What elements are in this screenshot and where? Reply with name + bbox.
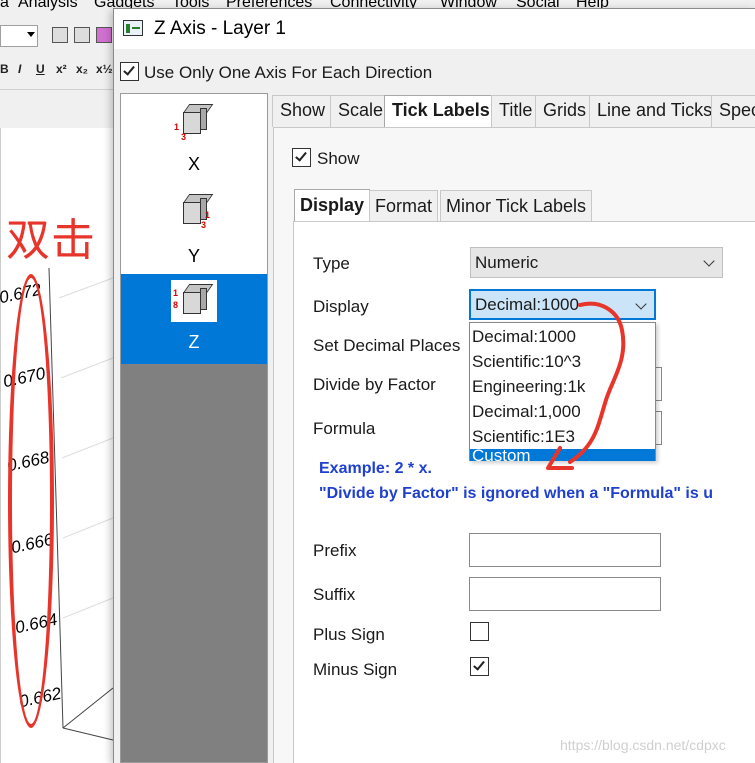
supersub-button[interactable]: x½: [96, 62, 113, 76]
annotation-ellipse: [8, 274, 54, 728]
suffix-input[interactable]: [469, 577, 661, 611]
menu-item[interactable]: a: [0, 0, 9, 12]
italic-button[interactable]: I: [18, 62, 21, 76]
display-option-custom[interactable]: Custom: [470, 447, 655, 464]
axis-item-y[interactable]: 13 Y: [121, 184, 267, 274]
display-select[interactable]: Decimal:1000: [469, 289, 656, 320]
cube-z-axis-icon: 18: [171, 280, 217, 322]
show-checkbox[interactable]: [292, 148, 311, 167]
minus-sign-label: Minus Sign: [313, 660, 398, 679]
subtab-minor-tick-labels[interactable]: Minor Tick Labels: [440, 190, 593, 222]
display-select-value: Decimal:1000: [475, 295, 579, 314]
menu-analysis[interactable]: Analysis: [18, 0, 78, 12]
tab-line-and-ticks[interactable]: Line and Ticks: [589, 95, 721, 127]
axis-item-x[interactable]: 13 X: [121, 94, 267, 184]
display-option[interactable]: Scientific:10^3: [470, 349, 655, 374]
use-one-axis-label: Use Only One Axis For Each Direction: [144, 63, 433, 82]
formula-ignore-note: "Divide by Factor" is ignored when a "Fo…: [319, 485, 713, 502]
plus-sign-checkbox[interactable]: [470, 622, 489, 641]
type-select[interactable]: Numeric: [470, 247, 723, 278]
display-label: Display: [313, 297, 369, 316]
formula-label: Formula: [313, 419, 376, 438]
annotation-double-click: 双击: [6, 216, 96, 265]
bold-button[interactable]: B: [0, 62, 9, 76]
tab-special[interactable]: Spec: [711, 95, 755, 127]
origin-window-icon: [123, 20, 143, 36]
subscript-button[interactable]: x₂: [76, 62, 88, 76]
checkmark-icon: [473, 658, 485, 671]
dialog-titlebar[interactable]: Z Axis - Layer 1: [114, 9, 755, 49]
axis-name-z: Z: [188, 332, 200, 352]
tab-show[interactable]: Show: [272, 95, 334, 127]
type-label: Type: [313, 254, 350, 273]
tab-scale[interactable]: Scale: [330, 95, 392, 127]
divide-by-factor-label: Divide by Factor: [313, 375, 436, 394]
superscript-button[interactable]: x²: [56, 62, 67, 76]
tab-title[interactable]: Title: [491, 95, 541, 127]
axis-name-y: Y: [187, 246, 200, 266]
display-option[interactable]: Decimal:1,000: [470, 399, 655, 424]
subtab-display[interactable]: Display: [294, 189, 371, 223]
cube-y-axis-icon: 13: [171, 190, 217, 232]
checkmark-icon: [295, 149, 307, 162]
plus-sign-label: Plus Sign: [313, 625, 385, 644]
prefix-label: Prefix: [313, 541, 357, 560]
app-side-strip: [0, 90, 115, 128]
print-icon[interactable]: [52, 27, 68, 43]
layer-icon[interactable]: [96, 27, 112, 43]
checkmark-icon: [123, 63, 135, 76]
underline-button[interactable]: U: [36, 62, 45, 76]
display-option[interactable]: Decimal:1000: [470, 324, 655, 349]
font-size-combo[interactable]: [0, 25, 38, 47]
display-option[interactable]: Engineering:1k: [470, 374, 655, 399]
chevron-down-icon: [703, 255, 715, 267]
suffix-label: Suffix: [313, 585, 356, 604]
axis-name-x: X: [187, 154, 200, 174]
show-label: Show: [317, 149, 360, 168]
axis-selector-list[interactable]: 13 X 13 Y 18 Z: [120, 93, 268, 763]
decimal-places-label: Set Decimal Places: [313, 336, 461, 355]
watermark: https://blog.csdn.net/cdpxc: [560, 737, 726, 753]
chevron-down-icon: [635, 298, 647, 310]
chevron-down-icon: [27, 32, 35, 37]
tab-grids[interactable]: Grids: [535, 95, 595, 127]
cube-x-axis-icon: 13: [171, 100, 217, 142]
preview-icon[interactable]: [74, 27, 90, 43]
formula-example-note: Example: 2 * x.: [319, 460, 432, 477]
type-select-value: Numeric: [475, 253, 539, 272]
use-one-axis-checkbox[interactable]: [120, 62, 139, 81]
axis-item-z[interactable]: 18 Z: [121, 274, 267, 364]
minus-sign-checkbox[interactable]: [470, 657, 489, 676]
prefix-input[interactable]: [469, 533, 661, 567]
subtab-format[interactable]: Format: [369, 190, 439, 222]
tab-tick-labels[interactable]: Tick Labels: [384, 95, 498, 129]
z-axis-dialog: Z Axis - Layer 1 Use Only One Axis For E…: [113, 8, 755, 763]
display-dropdown-list[interactable]: Decimal:1000 Scientific:10^3 Engineering…: [469, 322, 656, 464]
dialog-title: Z Axis - Layer 1: [154, 18, 286, 39]
